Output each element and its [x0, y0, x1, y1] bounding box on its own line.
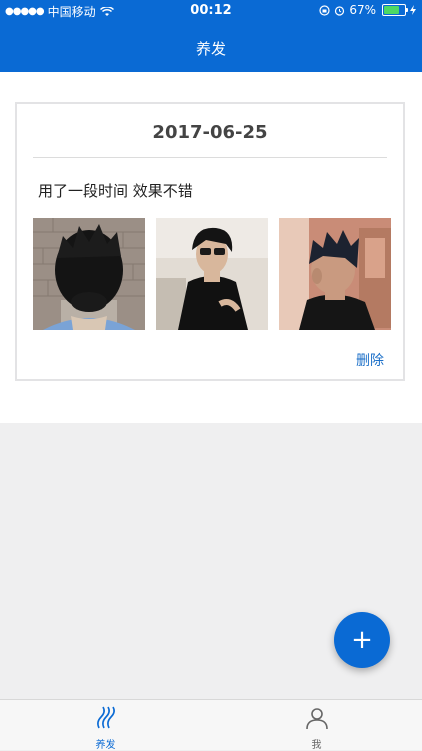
tab-label: 我	[311, 740, 322, 751]
hair-waves-icon	[96, 706, 115, 729]
status-right: 67%	[319, 3, 416, 17]
page-title: 养发	[195, 40, 226, 58]
photo-gallery	[33, 218, 391, 330]
tab-me[interactable]: 我	[211, 700, 422, 751]
orientation-lock-icon	[319, 4, 330, 16]
tab-label: 养发	[95, 740, 116, 751]
charging-icon	[410, 5, 416, 15]
entry-text: 用了一段时间 效果不错	[38, 182, 193, 200]
entry-date: 2017-06-25	[152, 122, 268, 143]
entry-card: 2017-06-25 用了一段时间 效果不错 删除	[15, 102, 405, 381]
photo-thumbnail[interactable]	[156, 218, 268, 330]
header: ●●●●● 中国移动 00:12 67% 养发	[0, 0, 422, 72]
plus-icon: +	[351, 625, 373, 655]
delete-button[interactable]: 删除	[356, 350, 384, 370]
battery-percent: 67%	[349, 3, 376, 17]
tab-hair-care[interactable]: 养发	[0, 700, 211, 751]
status-bar: ●●●●● 中国移动 00:12 67%	[0, 0, 422, 22]
alarm-icon	[335, 5, 345, 16]
tab-bar: 养发 我	[0, 699, 422, 751]
person-icon	[305, 708, 328, 730]
divider	[33, 157, 387, 158]
add-entry-button[interactable]: +	[334, 612, 390, 668]
photo-thumbnail[interactable]	[279, 218, 391, 330]
battery-level	[384, 6, 399, 14]
battery-icon	[382, 4, 408, 16]
photo-thumbnail[interactable]	[33, 218, 145, 330]
